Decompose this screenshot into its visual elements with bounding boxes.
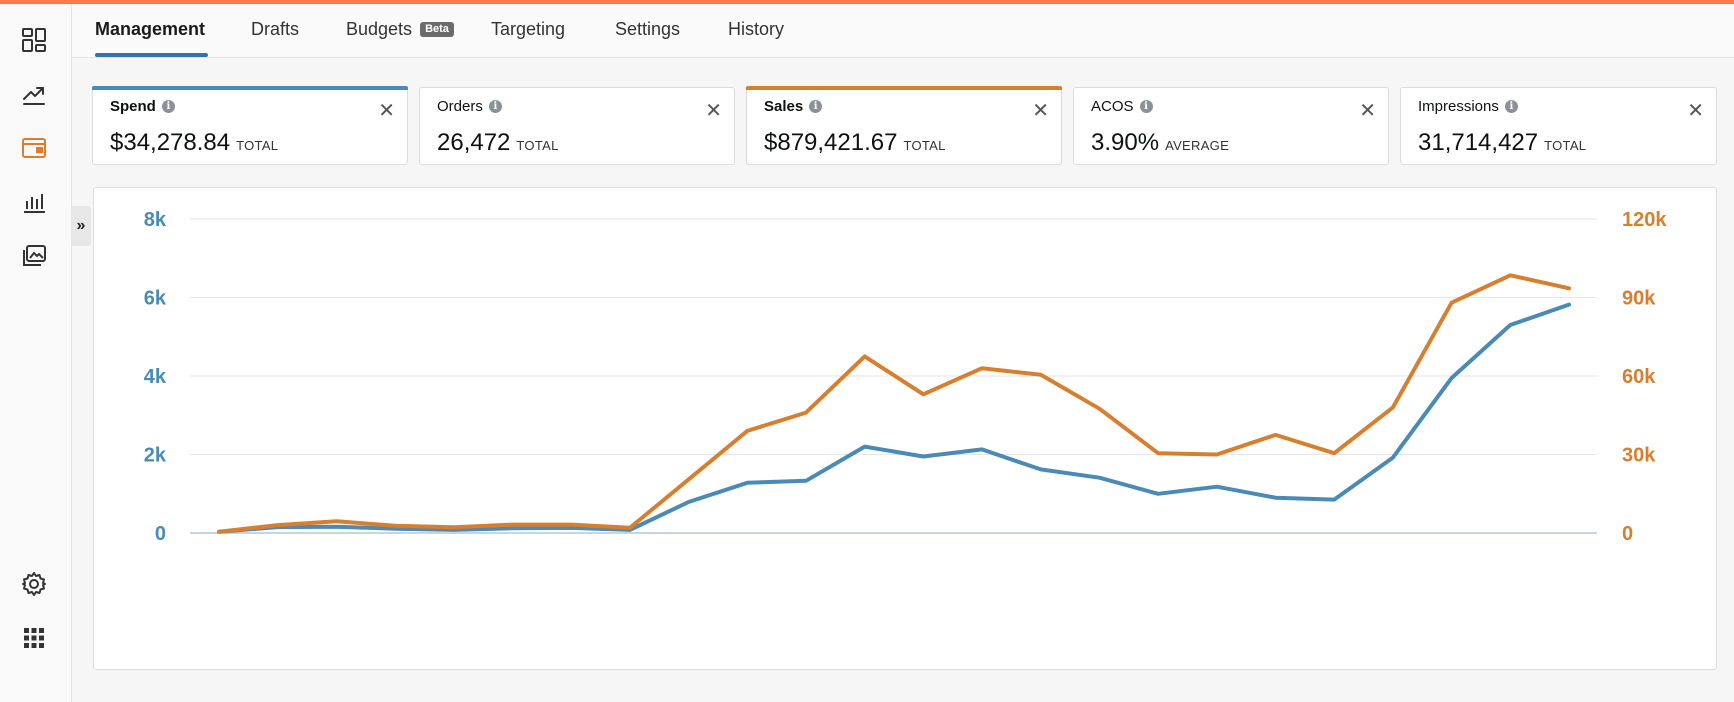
left-axis-tick-label: 8k (144, 209, 167, 231)
info-icon[interactable]: i (161, 100, 175, 113)
tab-management[interactable]: Management (95, 19, 205, 40)
tab-budgets[interactable]: Budgets Beta (346, 19, 454, 40)
close-icon[interactable]: ✕ (705, 98, 722, 123)
info-icon[interactable]: i (1504, 100, 1518, 113)
metric-suffix: AVERAGE (1165, 138, 1230, 153)
sidebar-expand-button[interactable]: » (71, 206, 91, 246)
metric-title: ACOS (1091, 98, 1134, 115)
metric-value: 31,714,427 (1418, 129, 1539, 156)
left-sidebar (0, 4, 72, 702)
metric-value: $34,278.84 (110, 129, 231, 156)
active-tab-indicator (95, 53, 208, 57)
close-icon[interactable]: ✕ (378, 98, 395, 123)
beta-badge: Beta (420, 22, 454, 37)
bar-chart-icon[interactable] (20, 188, 48, 216)
metric-card-spend[interactable]: Spend i ✕ $34,278.84 TOTAL (92, 86, 408, 165)
tab-settings[interactable]: Settings (615, 19, 680, 40)
tab-budgets-label: Budgets (346, 19, 413, 39)
metric-suffix: TOTAL (236, 138, 279, 153)
metric-card-acos[interactable]: ACOS i ✕ 3.90% AVERAGE (1073, 87, 1389, 165)
right-axis-tick-label: 30k (1622, 445, 1656, 467)
metric-card-sales[interactable]: Sales i ✕ $879,421.67 TOTAL (746, 86, 1062, 165)
right-axis-tick-label: 0 (1622, 523, 1633, 545)
info-icon[interactable]: i (809, 100, 823, 113)
media-icon[interactable] (20, 242, 48, 270)
settings-icon[interactable] (20, 570, 48, 598)
right-axis-tick-label: 90k (1622, 288, 1656, 310)
tab-bar: Management Drafts Budgets Beta Targeting … (72, 4, 1734, 58)
campaign-icon[interactable] (20, 134, 48, 162)
left-axis-tick-label: 4k (144, 366, 167, 388)
metric-value: $879,421.67 (764, 129, 898, 156)
info-icon[interactable]: i (488, 100, 502, 113)
metric-suffix: TOTAL (1544, 138, 1587, 153)
metric-card-orders[interactable]: Orders i ✕ 26,472 TOTAL (419, 87, 735, 165)
left-axis-tick-label: 0 (155, 523, 166, 545)
metric-title: Spend (110, 98, 156, 115)
apps-grid-icon[interactable] (20, 624, 48, 652)
close-icon[interactable]: ✕ (1359, 98, 1376, 123)
performance-chart-panel: 0 0 2k 30k 4k 60k 6k 90k 8k 120k (93, 187, 1717, 670)
tab-targeting[interactable]: Targeting (491, 19, 565, 40)
metric-value: 3.90% (1091, 129, 1160, 156)
metric-card-impressions[interactable]: Impressions i ✕ 31,714,427 TOTAL (1400, 87, 1717, 165)
metric-title: Orders (437, 98, 483, 115)
trend-icon[interactable] (20, 80, 48, 108)
close-icon[interactable]: ✕ (1032, 98, 1049, 123)
right-axis-tick-label: 60k (1622, 366, 1656, 388)
right-axis-tick-label: 120k (1622, 209, 1667, 231)
close-icon[interactable]: ✕ (1687, 98, 1704, 123)
left-axis-tick-label: 6k (144, 288, 167, 310)
info-icon[interactable]: i (1139, 100, 1153, 113)
dashboard-icon[interactable] (20, 26, 48, 54)
metric-title: Impressions (1418, 98, 1499, 115)
series-line-spend (217, 302, 1571, 534)
left-axis-tick-label: 2k (144, 445, 167, 467)
tab-history[interactable]: History (728, 19, 784, 40)
selected-bar (92, 86, 408, 90)
metric-suffix: TOTAL (903, 138, 946, 153)
tab-drafts[interactable]: Drafts (251, 19, 299, 40)
metric-value: 26,472 (437, 129, 511, 156)
series-line-sales (217, 273, 1571, 534)
performance-chart: 0 0 2k 30k 4k 60k 6k 90k 8k 120k (144, 209, 1668, 545)
metric-title: Sales (764, 98, 804, 115)
metric-suffix: TOTAL (516, 138, 559, 153)
selected-bar (746, 86, 1062, 90)
